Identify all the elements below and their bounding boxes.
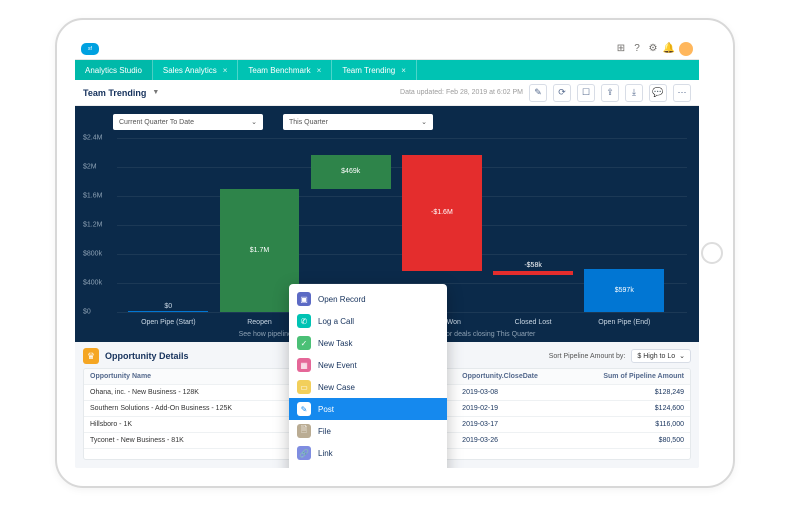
menu-new-event[interactable]: ▦ New Event	[289, 354, 447, 376]
bar-label: -$1.6M	[431, 209, 453, 216]
y-tick: $1.6M	[83, 192, 102, 199]
period-selector-left[interactable]: Current Quarter To Date ⌄	[113, 114, 263, 130]
y-tick: $2M	[83, 163, 97, 170]
ipad-home-button[interactable]	[701, 242, 723, 264]
bar-closed-lost[interactable]	[493, 271, 573, 275]
bar-start[interactable]	[128, 311, 208, 312]
bar-end[interactable]: $597k	[584, 269, 664, 312]
bookmark-button[interactable]: ☐	[577, 84, 595, 102]
tab-team-benchmark[interactable]: Team Benchmark ×	[238, 60, 332, 80]
close-icon[interactable]: ×	[401, 66, 406, 75]
y-tick: $2.4M	[83, 135, 102, 142]
download-button[interactable]: ⤓	[625, 84, 643, 102]
tab-label: Team Benchmark	[248, 66, 310, 75]
menu-label: New Case	[318, 383, 355, 392]
chevron-down-icon[interactable]: ▼	[152, 89, 159, 96]
file-icon: 🗎	[297, 424, 311, 438]
dashboard-header: Team Trending ▼ Data updated: Feb 28, 20…	[75, 80, 699, 106]
bar-label: $469k	[341, 168, 360, 175]
panel-title: Opportunity Details	[105, 351, 189, 361]
more-button[interactable]: ⋯	[673, 84, 691, 102]
menu-label: Post	[318, 405, 334, 414]
tab-sales-analytics[interactable]: Sales Analytics ×	[153, 60, 238, 80]
phone-icon: ✆	[297, 314, 311, 328]
post-icon: ✎	[297, 402, 311, 416]
share-button[interactable]: ⇪	[601, 84, 619, 102]
last-updated-text: Data updated: Feb 28, 2019 at 6:02 PM	[400, 89, 523, 96]
salesforce-logo: sf	[81, 43, 99, 55]
menu-label: New Event	[318, 361, 357, 370]
tab-label: Team Trending	[342, 66, 395, 75]
tab-label: Analytics Studio	[85, 66, 142, 75]
bar-moved-in[interactable]: $469k	[311, 155, 391, 189]
workspace-tabs: Analytics Studio Sales Analytics × Team B…	[75, 60, 699, 80]
page-title: Team Trending	[83, 88, 146, 98]
y-tick: $400k	[83, 279, 102, 286]
sort-value: $ High to Lo	[637, 353, 675, 360]
menu-new-case[interactable]: ▭ New Case	[289, 376, 447, 398]
bar-label: -$58k	[524, 262, 542, 269]
case-icon: ▭	[297, 380, 311, 394]
crown-icon: ♛	[83, 348, 99, 364]
column-header[interactable]: Sum of Pipeline Amount	[573, 369, 690, 385]
tab-team-trending[interactable]: Team Trending ×	[332, 60, 417, 80]
global-header: sf ⊞ ? ⚙ 🔔	[75, 38, 699, 60]
bar-reopen[interactable]: $1.7M	[220, 189, 300, 312]
bar-label: $1.7M	[250, 247, 269, 254]
tab-analytics-studio[interactable]: Analytics Studio	[75, 60, 153, 80]
row-action-menu: ▣ Open Record ✆ Log a Call ✓ New Task ▦ New …	[289, 284, 447, 468]
menu-link[interactable]: 🔗 Link	[289, 442, 447, 464]
chat-button[interactable]: 💬	[649, 84, 667, 102]
calendar-icon: ▦	[297, 358, 311, 372]
y-tick: $0	[83, 309, 91, 316]
x-tick: Closed Lost	[515, 319, 552, 326]
selector-value: This Quarter	[289, 119, 328, 126]
chevron-down-icon: ⌄	[679, 352, 685, 360]
y-tick: $1.2M	[83, 222, 102, 229]
refresh-button[interactable]: ⟳	[553, 84, 571, 102]
menu-label: New Task	[318, 339, 353, 348]
close-icon[interactable]: ×	[317, 66, 322, 75]
open-record-icon: ▣	[297, 292, 311, 306]
menu-label: Open Record	[318, 295, 366, 304]
close-icon[interactable]: ×	[223, 66, 228, 75]
menu-einstein-config[interactable]: ♛Einstein Configuration - Discovery	[289, 464, 447, 468]
menu-label: Log a Call	[318, 317, 354, 326]
sort-selector[interactable]: $ High to Lo ⌄	[631, 349, 691, 363]
chevron-down-icon: ⌄	[421, 118, 427, 126]
menu-post[interactable]: ✎ Post	[289, 398, 447, 420]
menu-open-record[interactable]: ▣ Open Record	[289, 288, 447, 310]
bar-label: $597k	[615, 287, 634, 294]
bar-label: $0	[164, 303, 172, 310]
menu-label: Link	[318, 449, 333, 458]
sort-label: Sort Pipeline Amount by:	[549, 353, 626, 360]
x-tick: Open Pipe (Start)	[141, 319, 195, 326]
user-avatar[interactable]	[679, 42, 693, 56]
link-icon: 🔗	[297, 446, 311, 460]
bar-closed-won[interactable]: -$1.6M	[402, 155, 482, 271]
help-icon[interactable]: ?	[631, 43, 643, 55]
period-selector-right[interactable]: This Quarter ⌄	[283, 114, 433, 130]
app-screen: sf ⊞ ? ⚙ 🔔 Analytics Studio Sales Analyt…	[75, 38, 699, 468]
chevron-down-icon: ⌄	[251, 118, 257, 126]
menu-label: File	[318, 427, 331, 436]
x-tick: Open Pipe (End)	[598, 319, 650, 326]
task-icon: ✓	[297, 336, 311, 350]
notifications-bell-icon[interactable]: 🔔	[663, 43, 675, 55]
column-header[interactable]: Opportunity.CloseDate	[456, 369, 573, 385]
app-launcher-icon[interactable]: ⊞	[615, 43, 627, 55]
menu-log-call[interactable]: ✆ Log a Call	[289, 310, 447, 332]
menu-new-task[interactable]: ✓ New Task	[289, 332, 447, 354]
x-tick: Reopen	[247, 319, 272, 326]
menu-file[interactable]: 🗎 File	[289, 420, 447, 442]
tab-label: Sales Analytics	[163, 66, 217, 75]
edit-button[interactable]: ✎	[529, 84, 547, 102]
y-tick: $800k	[83, 250, 102, 257]
selector-value: Current Quarter To Date	[119, 119, 194, 126]
settings-gear-icon[interactable]: ⚙	[647, 43, 659, 55]
